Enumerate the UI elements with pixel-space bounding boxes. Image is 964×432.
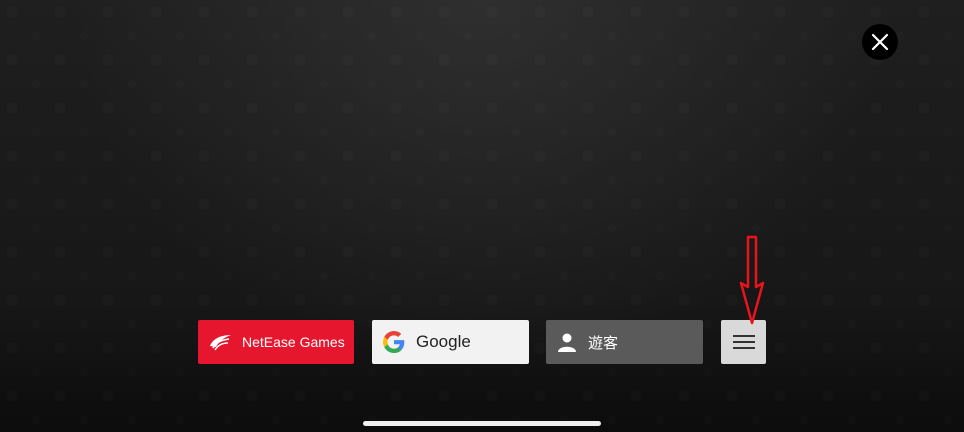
guest-login-button[interactable]: 遊客 bbox=[546, 320, 703, 364]
more-options-button[interactable] bbox=[721, 320, 766, 364]
netease-games-login-button[interactable]: NetEase Games bbox=[198, 320, 354, 364]
netease-games-label: NetEase Games bbox=[242, 334, 345, 350]
google-g-icon bbox=[383, 331, 405, 353]
close-button[interactable] bbox=[862, 24, 898, 60]
google-label: Google bbox=[416, 332, 471, 351]
hamburger-menu-icon bbox=[732, 335, 755, 349]
home-indicator[interactable] bbox=[363, 421, 601, 426]
red-down-arrow-annotation bbox=[739, 235, 765, 325]
close-icon bbox=[871, 33, 889, 51]
netease-logo-icon bbox=[210, 335, 231, 351]
guest-label: 遊客 bbox=[588, 333, 619, 352]
user-icon bbox=[558, 333, 576, 352]
google-login-button[interactable]: Google bbox=[372, 320, 529, 364]
background-pattern bbox=[0, 0, 964, 432]
login-screen: NetEase Games Google 遊客 bbox=[0, 0, 964, 432]
